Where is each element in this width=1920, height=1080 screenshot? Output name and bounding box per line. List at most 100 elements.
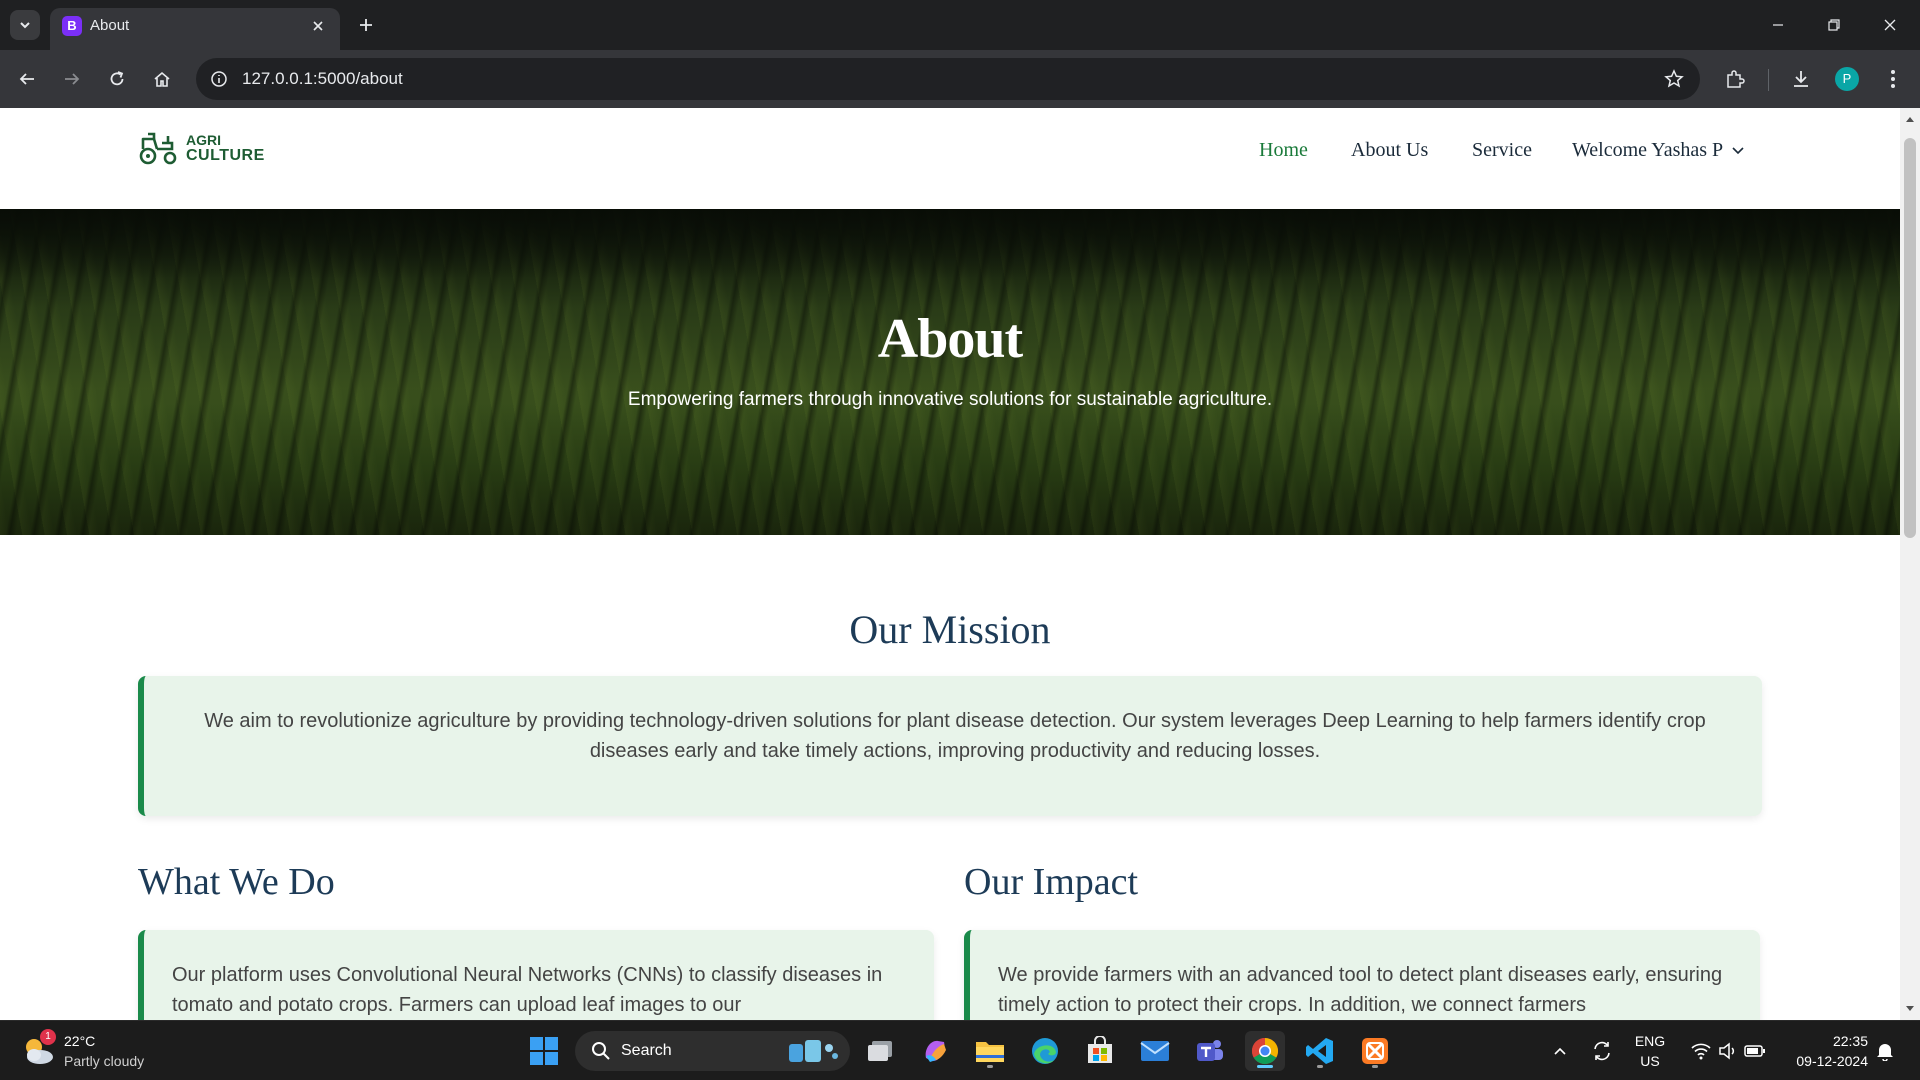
nav-user-label: Welcome Yashas P	[1572, 138, 1723, 161]
impact-heading: Our Impact	[964, 861, 1139, 903]
nav-links: Home About Us Service Welcome Yashas P	[0, 132, 1900, 168]
show-hidden-icons-button[interactable]	[1542, 1031, 1578, 1071]
chrome-icon	[1251, 1037, 1279, 1065]
triangle-down-icon	[1906, 1006, 1914, 1011]
vscode-icon	[1306, 1038, 1333, 1064]
chevron-down-icon	[1732, 146, 1744, 154]
task-view-button[interactable]	[860, 1031, 900, 1071]
close-icon	[313, 21, 323, 31]
profile-avatar[interactable]: P	[1835, 67, 1859, 91]
speaker-icon	[1719, 1042, 1735, 1060]
star-icon	[1664, 69, 1684, 88]
task-view-icon	[868, 1041, 892, 1061]
scroll-down-button[interactable]	[1900, 1000, 1920, 1018]
restore-button[interactable]	[1812, 8, 1856, 42]
language-indicator[interactable]: ENG US	[1630, 1031, 1670, 1071]
home-button[interactable]	[145, 62, 179, 96]
what-we-do-text: Our platform uses Convolutional Neural N…	[172, 964, 883, 1016]
info-icon	[211, 71, 227, 87]
weather-notification-badge: 1	[40, 1029, 56, 1045]
file-explorer-button[interactable]	[970, 1031, 1010, 1071]
weather-description: Partly cloudy	[64, 1053, 145, 1069]
nav-link-about-us[interactable]: About Us	[1351, 139, 1428, 162]
running-indicator	[987, 1065, 993, 1068]
weather-widget[interactable]: 1 22°C Partly cloudy	[20, 1029, 170, 1073]
taskbar-search[interactable]: Search	[575, 1031, 850, 1071]
nav-link-service[interactable]: Service	[1472, 139, 1532, 162]
copilot-icon	[925, 1040, 946, 1062]
running-indicator	[1317, 1065, 1323, 1068]
folder-icon	[976, 1042, 1004, 1062]
nav-user-dropdown[interactable]: Welcome Yashas P	[1572, 139, 1745, 162]
site-navbar: AGRI CULTURE Home About Us Service Welco…	[0, 108, 1900, 208]
lang-line2: US	[1640, 1053, 1660, 1069]
browser-tab-active[interactable]: B About	[50, 8, 340, 50]
store-icon	[1088, 1036, 1112, 1063]
copilot-button[interactable]	[915, 1031, 955, 1071]
tab-title: About	[90, 17, 130, 34]
edge-button[interactable]	[1025, 1031, 1065, 1071]
minimize-icon	[1773, 24, 1783, 26]
teams-icon	[1197, 1040, 1223, 1061]
restore-icon	[1828, 19, 1840, 31]
clock-time: 22:35	[1832, 1033, 1868, 1049]
back-button[interactable]	[10, 62, 44, 96]
tab-favicon: B	[62, 16, 82, 36]
close-icon	[1884, 19, 1896, 31]
new-tab-button[interactable]	[352, 11, 380, 39]
bell-icon	[1877, 1044, 1893, 1061]
mission-card: We aim to revolutionize agriculture by p…	[138, 676, 1762, 816]
edge-icon	[1032, 1038, 1058, 1064]
quick-settings-button[interactable]	[1680, 1031, 1776, 1071]
start-button[interactable]	[524, 1031, 564, 1071]
hero-subtitle: Empowering farmers through innovative so…	[627, 389, 1273, 410]
clock-date: 09-12-2024	[1796, 1053, 1868, 1069]
close-window-button[interactable]	[1868, 8, 1912, 42]
hero-banner: About Empowering farmers through innovat…	[0, 209, 1900, 535]
scroll-thumb[interactable]	[1904, 138, 1916, 538]
mission-heading: Our Mission	[849, 607, 1051, 652]
microsoft-store-button[interactable]	[1080, 1031, 1120, 1071]
puzzle-icon	[1727, 70, 1745, 88]
downloads-button[interactable]	[1784, 62, 1818, 96]
site-info-button[interactable]	[204, 64, 234, 94]
xampp-button[interactable]	[1355, 1031, 1395, 1071]
system-clock[interactable]: 22:35 09-12-2024	[1778, 1031, 1868, 1071]
home-icon	[154, 71, 170, 87]
minimize-button[interactable]	[1756, 8, 1800, 42]
chevron-up-icon	[1554, 1047, 1566, 1055]
hero-tree-shadow	[0, 209, 1900, 279]
toolbar-separator	[1768, 69, 1769, 91]
tab-close-button[interactable]	[306, 14, 330, 38]
browser-menu-button[interactable]	[1876, 62, 1910, 96]
chevron-down-icon	[20, 22, 30, 29]
browser-toolbar: 127.0.0.1:5000/about P	[0, 50, 1920, 108]
impact-text: We provide farmers with an advanced tool…	[998, 964, 1723, 1016]
reload-button[interactable]	[100, 62, 134, 96]
mission-text: We aim to revolutionize agriculture by p…	[204, 710, 1706, 762]
windows-taskbar: 1 22°C Partly cloudy Search ENG US 22:35…	[0, 1020, 1920, 1080]
vscode-button[interactable]	[1300, 1031, 1340, 1071]
forward-button[interactable]	[55, 62, 89, 96]
reload-icon	[110, 71, 124, 86]
url-text: 127.0.0.1:5000/about	[242, 69, 403, 88]
teams-button[interactable]	[1190, 1031, 1230, 1071]
arrow-right-icon	[65, 73, 80, 85]
extensions-button[interactable]	[1718, 62, 1752, 96]
chrome-button[interactable]	[1245, 1031, 1285, 1071]
notifications-button[interactable]	[1870, 1031, 1900, 1071]
nav-link-home[interactable]: Home	[1259, 139, 1308, 162]
scroll-up-button[interactable]	[1900, 110, 1920, 128]
lang-line1: ENG	[1634, 1033, 1666, 1049]
mail-button[interactable]	[1135, 1031, 1175, 1071]
address-bar[interactable]: 127.0.0.1:5000/about	[196, 58, 1700, 100]
xampp-icon	[1362, 1038, 1388, 1064]
tab-search-button[interactable]	[10, 10, 40, 40]
triangle-up-icon	[1906, 117, 1914, 122]
sync-status-button[interactable]	[1584, 1031, 1620, 1071]
hero-title: About	[877, 308, 1023, 370]
arrow-left-icon	[19, 73, 34, 85]
what-we-do-card: Our platform uses Convolutional Neural N…	[138, 930, 934, 1020]
bookmark-button[interactable]	[1658, 63, 1690, 95]
page-scrollbar[interactable]	[1900, 108, 1920, 1020]
